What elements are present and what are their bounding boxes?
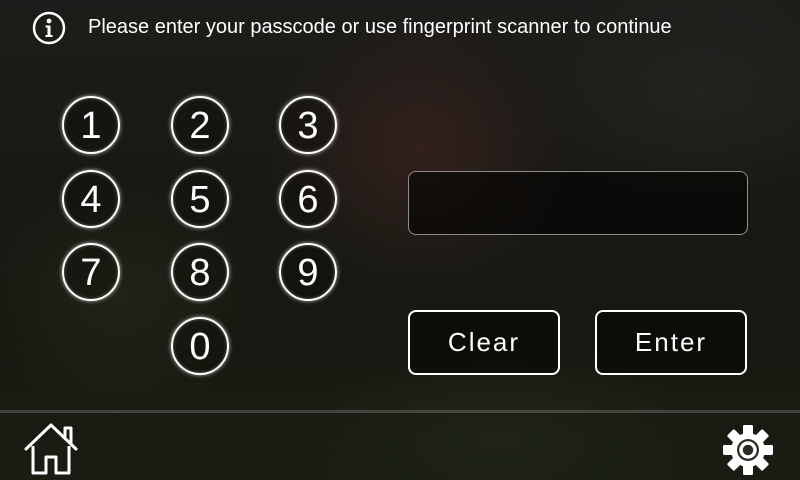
enter-button[interactable]: Enter (595, 310, 747, 375)
passcode-input[interactable] (408, 171, 748, 235)
keypad-key-5[interactable]: 5 (171, 170, 229, 228)
keypad-key-2[interactable]: 2 (171, 96, 229, 154)
keypad-key-4[interactable]: 4 (62, 170, 120, 228)
clear-button-label: Clear (447, 327, 521, 357)
footer-bar (0, 413, 800, 480)
keypad-key-8[interactable]: 8 (171, 243, 229, 301)
info-icon (32, 11, 66, 45)
background-overlay (0, 0, 800, 480)
home-icon[interactable] (22, 420, 80, 476)
keypad-key-3[interactable]: 3 (279, 96, 337, 154)
keypad-key-6[interactable]: 6 (279, 170, 337, 228)
gear-icon[interactable] (722, 424, 774, 476)
instruction-message: Please enter your passcode or use finger… (88, 16, 672, 38)
keypad-key-9[interactable]: 9 (279, 243, 337, 301)
enter-button-label: Enter (634, 327, 708, 357)
keypad-key-0[interactable]: 0 (171, 317, 229, 375)
keypad-key-7[interactable]: 7 (62, 243, 120, 301)
header-bar: Please enter your passcode or use finger… (0, 0, 800, 54)
clear-button[interactable]: Clear (408, 310, 560, 375)
keypad-key-1[interactable]: 1 (62, 96, 120, 154)
